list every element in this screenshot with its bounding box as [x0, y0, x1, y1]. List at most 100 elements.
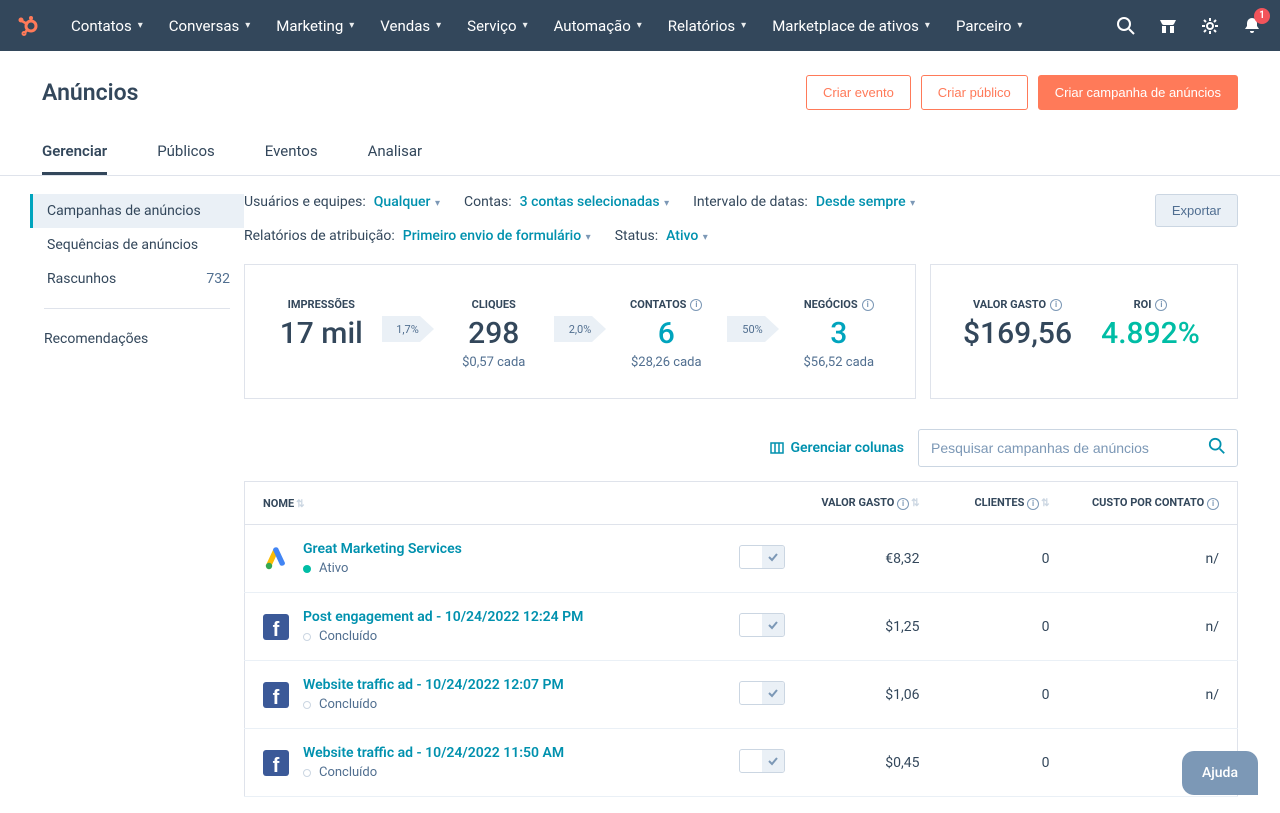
content-area: Campanhas de anúncios Sequências de anúnc… [0, 176, 1280, 797]
nav-utility-icons: 1 [1114, 14, 1264, 38]
info-icon[interactable]: i [1207, 498, 1219, 510]
stat-deals-sub: $56,52 cada [783, 355, 896, 370]
tab[interactable]: Públicos [157, 130, 215, 175]
create-audience-button[interactable]: Criar público [921, 75, 1028, 110]
info-icon[interactable]: i [1050, 299, 1062, 311]
nav-item[interactable]: Automação [541, 0, 655, 51]
filter-status-label: Status: [615, 228, 658, 244]
tab[interactable]: Gerenciar [42, 130, 107, 175]
nav-item[interactable]: Relatórios [655, 0, 759, 51]
status-toggle[interactable] [739, 545, 785, 569]
toggle-on[interactable] [762, 750, 784, 772]
cell-cpc: n/ [1068, 525, 1238, 593]
nav-item[interactable]: Marketplace de ativos [759, 0, 943, 51]
top-nav: ContatosConversasMarketingVendasServiçoA… [0, 0, 1280, 51]
nav-item[interactable]: Parceiro [943, 0, 1035, 51]
filter-users-value[interactable]: Qualquer [374, 194, 440, 210]
toggle-on[interactable] [762, 546, 784, 568]
create-campaign-button[interactable]: Criar campanha de anúncios [1038, 75, 1238, 110]
info-icon[interactable]: i [690, 299, 702, 311]
table-controls: Gerenciar colunas [244, 429, 1238, 467]
toggle-off[interactable] [740, 614, 762, 636]
stat-contacts-value: 6 [610, 316, 723, 351]
search-input[interactable] [918, 429, 1238, 467]
status-toggle[interactable] [739, 681, 785, 705]
status-dot [303, 633, 311, 641]
stat-roi-label: ROIi [1134, 298, 1168, 311]
cell-name: fWebsite traffic ad - 10/24/2022 12:07 P… [245, 661, 804, 729]
nav-item[interactable]: Serviço [454, 0, 540, 51]
create-event-button[interactable]: Criar evento [806, 75, 911, 110]
filter-attribution-value[interactable]: Primeiro envio de formulário [403, 228, 591, 244]
info-icon[interactable]: i [1155, 299, 1167, 311]
funnel-card: IMPRESSÕES 17 mil 1,7% CLIQUES 298 $0,57… [244, 264, 916, 399]
filter-daterange-value[interactable]: Desde sempre [816, 194, 915, 210]
info-icon[interactable]: i [862, 299, 874, 311]
columns-icon [770, 441, 784, 455]
manage-columns-button[interactable]: Gerenciar colunas [770, 440, 904, 456]
toggle-on[interactable] [762, 682, 784, 704]
sidebar-item-label: Campanhas de anúncios [47, 203, 201, 219]
cell-name: Great Marketing ServicesAtivo [245, 525, 804, 593]
toggle-off[interactable] [740, 682, 762, 704]
stat-roi: ROIi 4.892% [1084, 293, 1217, 351]
nav-item[interactable]: Contatos [58, 0, 156, 51]
th-spent[interactable]: VALOR GASTO i⇅ [803, 482, 937, 525]
cell-clients: 0 [938, 593, 1068, 661]
sidebar-item[interactable]: Sequências de anúncios [30, 228, 244, 262]
nav-item[interactable]: Conversas [156, 0, 263, 51]
funnel-pct-2: 2,0% [569, 323, 592, 336]
stats-panel: IMPRESSÕES 17 mil 1,7% CLIQUES 298 $0,57… [244, 264, 1238, 399]
filter-accounts-value[interactable]: 3 contas selecionadas [520, 194, 669, 210]
tab[interactable]: Analisar [368, 130, 423, 175]
status-toggle[interactable] [739, 749, 785, 773]
funnel-arrow: 50% [723, 299, 783, 359]
search-icon[interactable] [1208, 437, 1226, 459]
th-name[interactable]: NOME⇅ [245, 482, 804, 525]
tab[interactable]: Eventos [265, 130, 318, 175]
search-icon[interactable] [1114, 14, 1138, 38]
facebook-icon: f [263, 750, 289, 776]
sidebar-item[interactable]: Campanhas de anúncios [30, 194, 244, 228]
page-header: Anúncios Criar evento Criar público Cria… [0, 51, 1280, 130]
nav-item[interactable]: Vendas [367, 0, 454, 51]
filter-users-label: Usuários e equipes: [244, 194, 366, 210]
settings-icon[interactable] [1198, 14, 1222, 38]
cell-name: f Website traffic ad - 10/24/2022 11:50 A… [245, 729, 804, 797]
filter-status-value[interactable]: Ativo [666, 228, 708, 244]
sort-icon: ⇅ [911, 498, 919, 509]
marketplace-icon[interactable] [1156, 14, 1180, 38]
status-dot [303, 769, 311, 777]
table-row: f Website traffic ad - 10/24/2022 11:50 A… [245, 729, 1238, 797]
help-button[interactable]: Ajuda [1182, 751, 1258, 795]
toggle-on[interactable] [762, 614, 784, 636]
hubspot-logo[interactable] [16, 14, 40, 38]
status-toggle[interactable] [739, 613, 785, 637]
export-button[interactable]: Exportar [1155, 194, 1238, 227]
stat-deals-label: NEGÓCIOSi [804, 298, 874, 311]
cell-clients: 0 [938, 661, 1068, 729]
sidebar-recommendations[interactable]: Recomendações [30, 321, 244, 357]
notification-badge: 1 [1254, 8, 1270, 24]
notifications-icon[interactable]: 1 [1240, 14, 1264, 38]
toggle-off[interactable] [740, 750, 762, 772]
info-icon[interactable]: i [897, 498, 909, 510]
info-icon[interactable]: i [1027, 498, 1039, 510]
campaign-title[interactable]: Website traffic ad - 10/24/2022 11:50 AM [303, 745, 564, 761]
sidebar-item-label: Sequências de anúncios [47, 237, 198, 253]
sort-icon: ⇅ [296, 499, 304, 510]
campaign-title[interactable]: Website traffic ad - 10/24/2022 12:07 PM [303, 677, 564, 693]
stat-roi-value: 4.892% [1084, 316, 1217, 351]
header-actions: Criar evento Criar público Criar campanh… [806, 75, 1238, 110]
sidebar-item[interactable]: Rascunhos732 [30, 262, 244, 296]
cell-cpc: n/ [1068, 593, 1238, 661]
cell-clients: 0 [938, 729, 1068, 797]
campaign-title[interactable]: Great Marketing Services [303, 541, 462, 557]
campaign-title[interactable]: Post engagement ad - 10/24/2022 12:24 PM [303, 609, 583, 625]
th-cpc[interactable]: CUSTO POR CONTATO i [1068, 482, 1238, 525]
nav-item[interactable]: Marketing [263, 0, 367, 51]
sprocket-icon [16, 14, 40, 38]
stat-contacts: CONTATOSi 6 $28,26 cada [610, 293, 723, 370]
th-clients[interactable]: CLIENTES i⇅ [938, 482, 1068, 525]
toggle-off[interactable] [740, 546, 762, 568]
